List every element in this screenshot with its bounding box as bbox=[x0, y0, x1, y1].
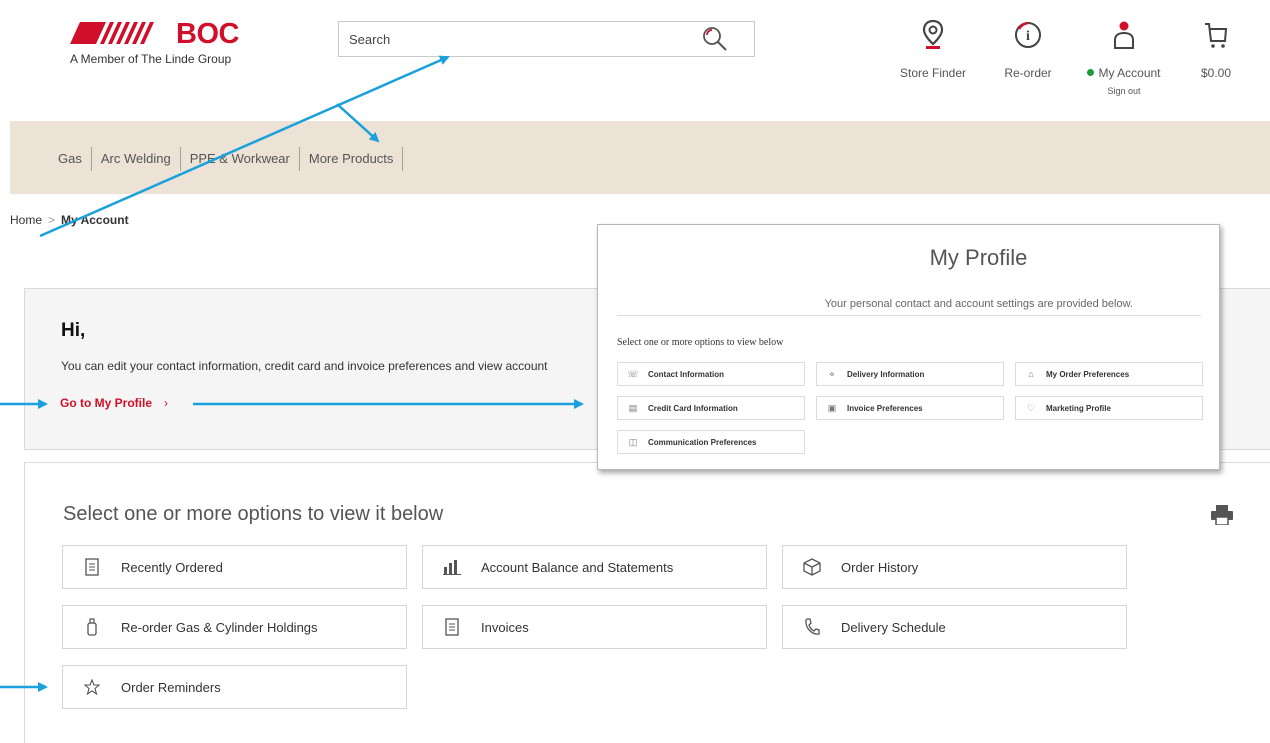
search-input[interactable] bbox=[339, 22, 679, 56]
nav-item-gas[interactable]: Gas bbox=[46, 147, 92, 171]
popup-option-label: Marketing Profile bbox=[1046, 403, 1111, 413]
popup-option-delivery-information[interactable]: ⋄ Delivery Information bbox=[816, 362, 1004, 386]
option-label: Order Reminders bbox=[121, 679, 221, 695]
star-icon bbox=[84, 679, 100, 695]
heart-icon: ♡ bbox=[1026, 402, 1036, 413]
cart-icon: ⌂ bbox=[1028, 369, 1034, 379]
option-invoices[interactable]: Invoices bbox=[422, 605, 767, 649]
boc-logo[interactable]: BOC A Member of The Linde Group bbox=[70, 18, 260, 70]
print-icon[interactable] bbox=[1211, 505, 1233, 525]
popup-option-label: Communication Preferences bbox=[648, 437, 757, 447]
store-finder-link[interactable]: Store Finder bbox=[896, 20, 970, 80]
popup-option-invoice-preferences[interactable]: ▣ Invoice Preferences bbox=[816, 396, 1004, 420]
cart-link[interactable]: $0.00 bbox=[1186, 20, 1246, 80]
option-reorder-gas[interactable]: Re-order Gas & Cylinder Holdings bbox=[62, 605, 407, 649]
breadcrumb-separator: > bbox=[48, 213, 56, 227]
sign-out-link[interactable]: Sign out bbox=[1084, 86, 1164, 96]
cart-total: $0.00 bbox=[1200, 66, 1232, 80]
popup-option-label: Delivery Information bbox=[847, 369, 925, 379]
option-label: Re-order Gas & Cylinder Holdings bbox=[121, 619, 318, 635]
online-status-dot bbox=[1087, 69, 1095, 76]
popup-subtitle: Your personal contact and account settin… bbox=[824, 298, 1133, 310]
account-person-icon bbox=[1114, 21, 1134, 49]
popup-option-credit-card-information[interactable]: ▤ Credit Card Information bbox=[617, 396, 805, 420]
chevron-right-icon: › bbox=[164, 396, 169, 410]
greeting: Hi, bbox=[61, 320, 86, 341]
logo-text: BOC bbox=[176, 18, 239, 50]
card-icon: ▤ bbox=[628, 402, 638, 413]
logo-stripes-icon bbox=[70, 22, 154, 44]
popup-option-contact-information[interactable]: ☏ Contact Information bbox=[617, 362, 805, 386]
popup-option-marketing-profile[interactable]: ♡ Marketing Profile bbox=[1015, 396, 1203, 420]
welcome-text: You can edit your contact information, c… bbox=[61, 359, 548, 373]
my-profile-popup: My Profile Your personal contact and acc… bbox=[597, 224, 1220, 470]
option-label: Recently Ordered bbox=[121, 559, 223, 575]
location-pin-icon bbox=[922, 20, 944, 49]
popup-option-my-order-preferences[interactable]: ⌂ My Order Preferences bbox=[1015, 362, 1203, 386]
popup-title: My Profile bbox=[929, 245, 1028, 270]
invoice-icon: ▣ bbox=[827, 402, 837, 413]
my-account-label: My Account bbox=[1098, 66, 1161, 80]
nav-item-ppe-workwear[interactable]: PPE & Workwear bbox=[181, 147, 300, 171]
popup-option-label: Invoice Preferences bbox=[847, 403, 923, 413]
chart-icon bbox=[443, 560, 461, 575]
popup-option-label: My Order Preferences bbox=[1046, 369, 1130, 379]
option-label: Account Balance and Statements bbox=[481, 559, 674, 575]
phone-icon: ☏ bbox=[627, 368, 639, 379]
truck-icon: ⋄ bbox=[829, 368, 835, 379]
phone-icon bbox=[805, 618, 820, 635]
logo-subtitle: A Member of The Linde Group bbox=[70, 52, 232, 66]
cylinder-icon bbox=[87, 618, 97, 636]
popup-divider bbox=[617, 315, 1201, 316]
nav-item-arc-welding[interactable]: Arc Welding bbox=[92, 147, 181, 171]
popup-option-label: Credit Card Information bbox=[648, 403, 738, 413]
popup-select-label: Select one or more options to view below bbox=[617, 337, 784, 348]
breadcrumb-current: My Account bbox=[61, 213, 129, 227]
popup-option-communication-preferences[interactable]: ◫ Communication Preferences bbox=[617, 430, 805, 454]
breadcrumb: Home > My Account bbox=[10, 213, 129, 227]
option-order-reminders[interactable]: Order Reminders bbox=[62, 665, 407, 709]
cart-icon bbox=[1205, 23, 1228, 48]
svg-text:i: i bbox=[1026, 29, 1030, 44]
account-options-panel: Select one or more options to view it be… bbox=[24, 462, 1270, 743]
search-box bbox=[338, 21, 755, 57]
option-label: Invoices bbox=[481, 619, 529, 635]
nav-item-more-products[interactable]: More Products bbox=[300, 147, 404, 171]
store-finder-label: Store Finder bbox=[899, 66, 967, 80]
option-recently-ordered[interactable]: Recently Ordered bbox=[62, 545, 407, 589]
option-delivery-schedule[interactable]: Delivery Schedule bbox=[782, 605, 1127, 649]
popup-option-label: Contact Information bbox=[648, 369, 724, 379]
option-order-history[interactable]: Order History bbox=[782, 545, 1127, 589]
chat-icon: ◫ bbox=[628, 436, 638, 447]
main-nav: Gas Arc Welding PPE & Workwear More Prod… bbox=[10, 121, 1270, 194]
invoice-icon bbox=[445, 618, 459, 636]
option-label: Order History bbox=[841, 559, 919, 575]
reorder-label: Re-order bbox=[1004, 66, 1052, 80]
go-to-profile-label: Go to My Profile bbox=[60, 396, 153, 410]
breadcrumb-home[interactable]: Home bbox=[10, 213, 42, 227]
reorder-icon: i bbox=[1015, 21, 1041, 48]
search-icon[interactable] bbox=[702, 26, 728, 52]
reorder-link[interactable]: i Re-order bbox=[996, 20, 1060, 80]
list-icon bbox=[85, 558, 99, 576]
my-account-link[interactable]: My Account Sign out bbox=[1084, 20, 1164, 96]
options-title: Select one or more options to view it be… bbox=[63, 503, 444, 525]
go-to-profile-link[interactable]: Go to My Profile › bbox=[60, 396, 168, 410]
box-icon bbox=[803, 558, 821, 576]
option-label: Delivery Schedule bbox=[841, 619, 946, 635]
option-account-balance[interactable]: Account Balance and Statements bbox=[422, 545, 767, 589]
